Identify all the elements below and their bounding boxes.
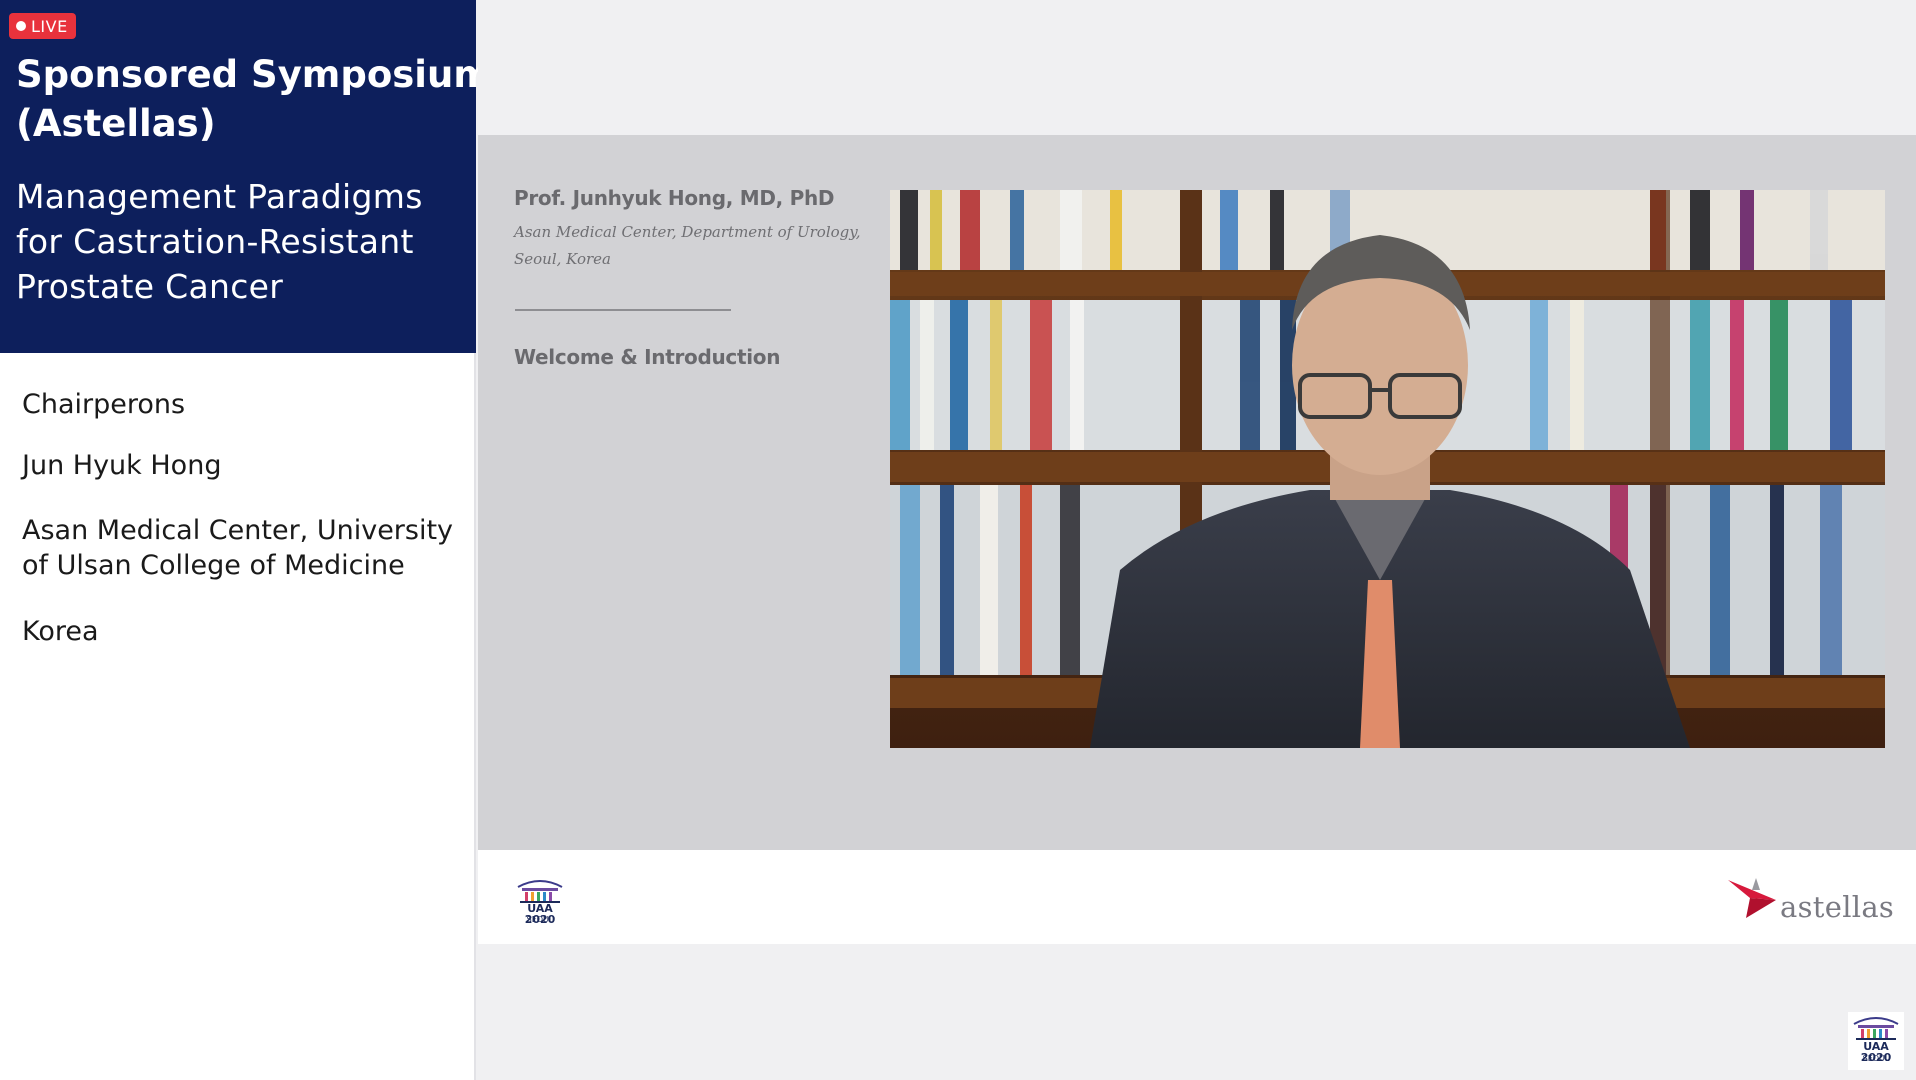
slide-divider: [515, 309, 731, 311]
slide-bottom-band: [478, 944, 1916, 1080]
session-subtitle-line: for Castration-Resistant: [16, 222, 414, 261]
pavilion-icon: [517, 880, 563, 903]
corner-uaa-logo: UAA 2020 SEOUL: [1848, 1012, 1904, 1070]
slide-footer: [478, 850, 1916, 944]
session-info-panel: LIVE Sponsored Symposium 1 (Astellas) Ma…: [0, 0, 531, 1080]
affiliation-line: of Ulsan College of Medicine: [22, 550, 405, 581]
astellas-star-icon: [1728, 878, 1776, 918]
pavilion-icon: [1853, 1017, 1899, 1040]
corner-logo-city: SEOUL: [1862, 1054, 1890, 1063]
speaker-name: Prof. Junhyuk Hong, MD, PhD: [514, 186, 835, 210]
session-title: Sponsored Symposium 1 (Astellas): [16, 50, 531, 148]
session-subtitle-line: Management Paradigms: [16, 177, 423, 216]
session-subtitle: Management Paradigms for Castration-Resi…: [16, 174, 456, 309]
live-dot-icon: [16, 21, 26, 31]
live-badge: LIVE: [9, 13, 76, 39]
talk-title: Welcome & Introduction: [514, 345, 781, 369]
chairperson-name: Jun Hyuk Hong: [22, 450, 222, 481]
speaker-video[interactable]: [890, 190, 1885, 748]
chairperson-country: Korea: [22, 616, 99, 647]
session-title-line: Sponsored Symposium 1: [16, 53, 531, 96]
uaa-2020-logo: UAA 2020 SEOUL: [512, 875, 568, 931]
speaker-affiliation-line: Asan Medical Center, Department of Urolo…: [514, 223, 861, 241]
slide-top-band: [478, 0, 1916, 135]
speaker-affiliation: Asan Medical Center, Department of Urolo…: [514, 219, 874, 273]
astellas-wordmark: astellas: [1780, 890, 1895, 924]
uaa-logo-city: SEOUL: [526, 915, 554, 924]
affiliation-line: Asan Medical Center, University: [22, 515, 454, 546]
speaker-affiliation-line: Seoul, Korea: [514, 250, 612, 268]
session-subtitle-line: Prostate Cancer: [16, 267, 284, 306]
live-label: LIVE: [31, 16, 68, 36]
chairperson-affiliation: Asan Medical Center, University of Ulsan…: [22, 513, 462, 583]
astellas-logo: astellas: [1726, 874, 1894, 924]
speaker-video-frame: [890, 190, 1885, 748]
session-header: LIVE Sponsored Symposium 1 (Astellas) Ma…: [0, 0, 531, 353]
session-title-line: (Astellas): [16, 102, 216, 145]
chairpersons-heading: Chairperons: [22, 389, 186, 420]
